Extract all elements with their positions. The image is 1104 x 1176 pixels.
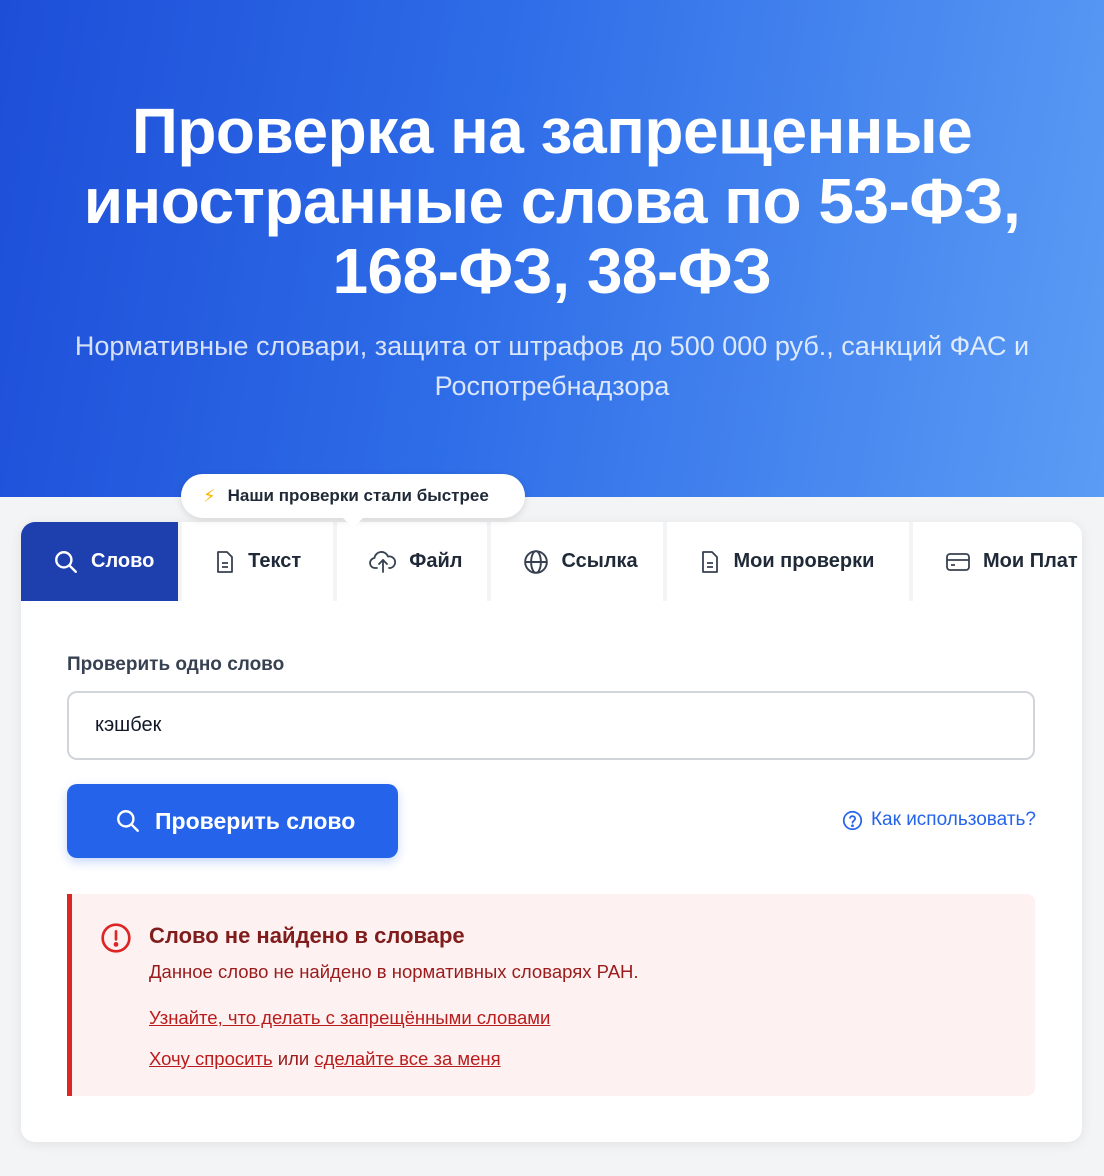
tab-link[interactable]: Ссылка xyxy=(491,522,664,601)
check-word-button-label: Проверить слово xyxy=(155,807,356,834)
how-to-use-link[interactable]: Как использовать? xyxy=(842,809,1036,831)
tab-label: Ссылка xyxy=(561,550,638,572)
search-icon xyxy=(117,810,139,832)
alert-title: Слово не найдено в словаре xyxy=(149,923,465,948)
word-input-label: Проверить одно слово xyxy=(67,654,285,675)
hero-banner: Проверка на запрещенные иностранные слов… xyxy=(0,0,1104,497)
search-icon xyxy=(55,550,77,573)
alert-actions: Хочу спросить или сделайте все за меня xyxy=(149,1048,501,1070)
document-icon xyxy=(702,550,719,573)
check-word-button[interactable]: Проверить слово xyxy=(67,784,398,858)
alert-text: Данное слово не найдено в нормативных сл… xyxy=(149,961,639,982)
globe-icon xyxy=(524,549,549,574)
credit-card-icon xyxy=(946,552,970,571)
word-input[interactable] xyxy=(67,691,1035,760)
cloud-upload-icon xyxy=(369,550,397,573)
document-icon xyxy=(217,550,234,573)
how-to-use-label: Как использовать? xyxy=(870,809,1036,830)
tab-label: Файл xyxy=(409,550,463,572)
ask-link[interactable]: Хочу спросить xyxy=(149,1048,273,1069)
do-for-me-link[interactable]: сделайте все за меня xyxy=(314,1048,500,1069)
tooltip-text: Наши проверки стали быстрее xyxy=(227,486,489,505)
tab-file[interactable]: Файл xyxy=(337,522,488,601)
tab-label: Мои Плат xyxy=(982,550,1078,572)
alert-circle-icon xyxy=(101,923,131,953)
speed-tooltip: ⚡ Наши проверки стали быстрее xyxy=(181,474,525,518)
question-circle-icon xyxy=(842,810,863,830)
tab-label: Мои проверки xyxy=(733,550,875,572)
check-card: Слово Текст Файл Ссылка Мои проверки Мои… xyxy=(21,522,1082,1142)
or-text: или xyxy=(272,1048,315,1069)
lightning-icon: ⚡ xyxy=(203,485,216,506)
tab-label: Текст xyxy=(248,550,302,572)
page-subtitle: Нормативные словари, защита от штрафов д… xyxy=(74,331,1030,401)
not-found-alert: Слово не найдено в словаре Данное слово … xyxy=(67,894,1035,1096)
tab-bar: Слово Текст Файл Ссылка Мои проверки Мои… xyxy=(21,522,1082,601)
tab-my-payments[interactable]: Мои Плат xyxy=(912,522,1082,601)
tab-my-checks[interactable]: Мои проверки xyxy=(667,522,909,601)
page-title: Проверка на запрещенные иностранные слов… xyxy=(83,95,1021,307)
tab-label: Слово xyxy=(91,550,155,572)
tab-word[interactable]: Слово xyxy=(21,522,179,601)
learn-link[interactable]: Узнайте, что делать с запрещёнными слова… xyxy=(149,1007,550,1029)
tab-text[interactable]: Текст xyxy=(182,522,334,601)
